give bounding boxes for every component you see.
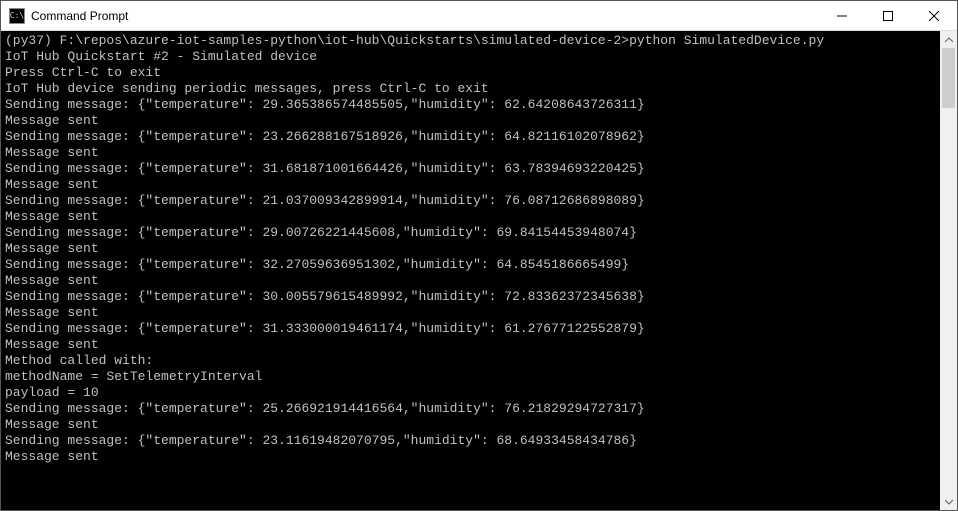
scroll-up-button[interactable] bbox=[940, 31, 957, 48]
maximize-button[interactable] bbox=[865, 1, 911, 30]
scrollbar-track[interactable] bbox=[940, 48, 957, 493]
sent-line: Message sent bbox=[5, 337, 936, 353]
chevron-up-icon bbox=[945, 36, 953, 44]
sent-line: Message sent bbox=[5, 305, 936, 321]
scroll-down-button[interactable] bbox=[940, 493, 957, 510]
method-called-line: Method called with: bbox=[5, 353, 936, 369]
exit-hint-line: Press Ctrl-C to exit bbox=[5, 65, 936, 81]
sending-line: Sending message: {"temperature": 23.2662… bbox=[5, 129, 936, 145]
sending-line: Sending message: {"temperature": 32.2705… bbox=[5, 257, 936, 273]
scrollbar-thumb[interactable] bbox=[942, 48, 955, 108]
sent-line: Message sent bbox=[5, 145, 936, 161]
sending-line: Sending message: {"temperature": 25.2669… bbox=[5, 401, 936, 417]
maximize-icon bbox=[883, 11, 893, 21]
vertical-scrollbar[interactable] bbox=[940, 31, 957, 510]
sending-line: Sending message: {"temperature": 31.6818… bbox=[5, 161, 936, 177]
sent-line: Message sent bbox=[5, 209, 936, 225]
sent-line: Message sent bbox=[5, 449, 936, 465]
minimize-button[interactable] bbox=[819, 1, 865, 30]
sent-line: Message sent bbox=[5, 177, 936, 193]
sent-line: Message sent bbox=[5, 273, 936, 289]
close-button[interactable] bbox=[911, 1, 957, 30]
sending-line: Sending message: {"temperature": 29.0072… bbox=[5, 225, 936, 241]
close-icon bbox=[929, 11, 939, 21]
sent-line: Message sent bbox=[5, 417, 936, 433]
cmd-icon: C:\ bbox=[9, 8, 25, 24]
chevron-down-icon bbox=[945, 498, 953, 506]
sending-line: Sending message: {"temperature": 29.3653… bbox=[5, 97, 936, 113]
sending-line: Sending message: {"temperature": 23.1161… bbox=[5, 433, 936, 449]
sending-line: Sending message: {"temperature": 31.3330… bbox=[5, 321, 936, 337]
sent-line: Message sent bbox=[5, 241, 936, 257]
device-line: IoT Hub device sending periodic messages… bbox=[5, 81, 936, 97]
sending-line: Sending message: {"temperature": 30.0055… bbox=[5, 289, 936, 305]
sending-line: Sending message: {"temperature": 21.0370… bbox=[5, 193, 936, 209]
method-name-line: methodName = SetTelemetryInterval bbox=[5, 369, 936, 385]
prompt-line: (py37) F:\repos\azure-iot-samples-python… bbox=[5, 33, 936, 49]
minimize-icon bbox=[837, 11, 847, 21]
window-title: Command Prompt bbox=[31, 9, 819, 23]
sent-line: Message sent bbox=[5, 113, 936, 129]
terminal-output[interactable]: (py37) F:\repos\azure-iot-samples-python… bbox=[1, 31, 940, 510]
header-line: IoT Hub Quickstart #2 - Simulated device bbox=[5, 49, 936, 65]
payload-line: payload = 10 bbox=[5, 385, 936, 401]
window-controls bbox=[819, 1, 957, 30]
titlebar[interactable]: C:\ Command Prompt bbox=[1, 1, 957, 31]
